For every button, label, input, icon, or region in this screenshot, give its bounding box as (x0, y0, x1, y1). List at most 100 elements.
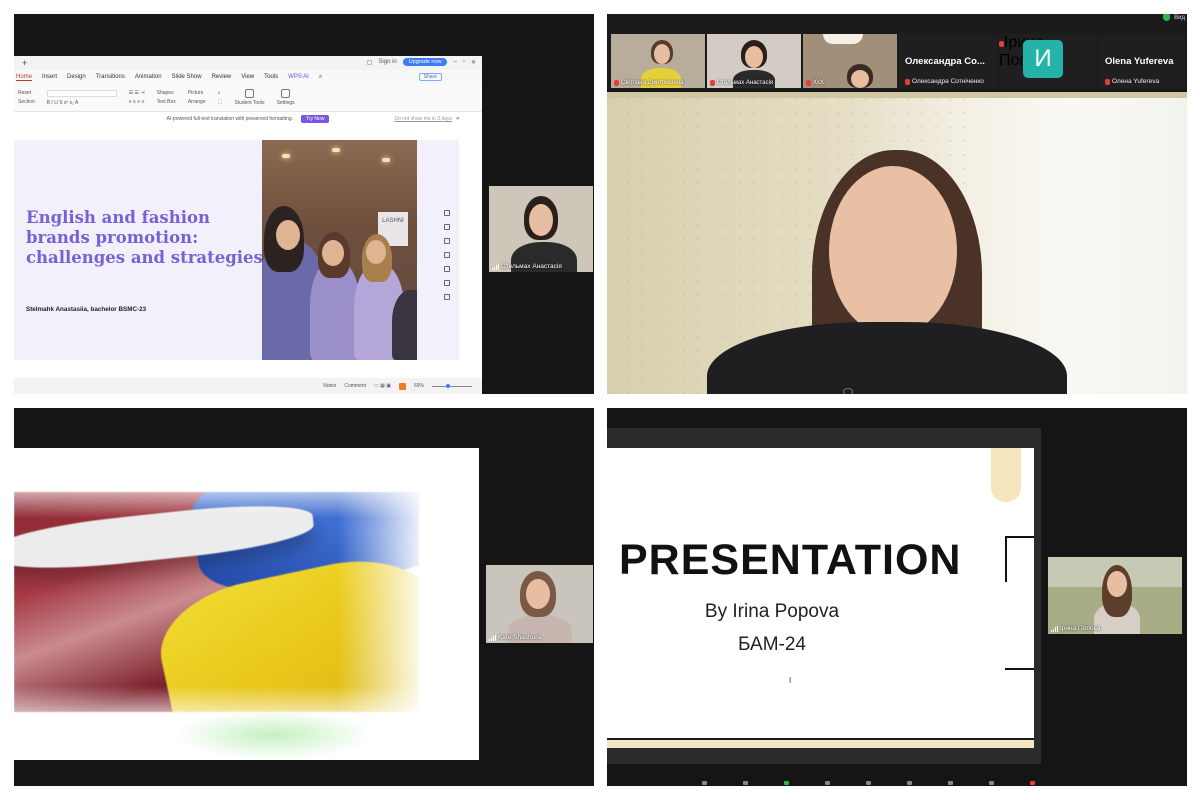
ribbon-toolbar: Reset Section B I U S x² x₂ A ☰ ☰ ⇥ ≡ ≡ … (14, 84, 482, 112)
video-call-panel-4: PRESENTATION By Irina Popova БАМ-24 I Ір… (607, 408, 1187, 786)
shapes-button[interactable]: Shapes (157, 90, 176, 96)
meeting-toolbar (702, 780, 1182, 786)
toolbar-icon[interactable] (702, 781, 707, 785)
upgrade-button[interactable]: Upgrade now (402, 58, 448, 66)
wps-ai-button[interactable]: WPS AI (288, 74, 309, 80)
share-button[interactable]: Share (418, 73, 442, 81)
toolbar-icon[interactable] (1030, 781, 1035, 785)
notes-button[interactable]: Notes (323, 383, 336, 389)
align-icons[interactable]: ≡ ≡ ≡ ≡ (129, 99, 145, 105)
banner-close-icon[interactable]: ✕ (456, 116, 460, 122)
student-tools-icon (244, 89, 254, 98)
flag-slide (14, 448, 479, 760)
security-shield-icon[interactable] (1163, 14, 1171, 21)
toolbar-icon[interactable] (907, 781, 912, 785)
slide-author: By Irina Popova (704, 601, 840, 622)
participant-tile[interactable]: Kate Shashura (486, 565, 593, 643)
toolbar-icon[interactable] (948, 781, 953, 785)
signal-icon (492, 263, 499, 270)
active-speaker-video[interactable] (607, 92, 1187, 394)
select-icon[interactable]: ⬚ (218, 99, 223, 105)
try-now-button[interactable]: Try Now (301, 115, 330, 123)
side-tool-icon[interactable] (444, 294, 450, 300)
gallery-thumb[interactable]: Стельмах Анастасія (707, 34, 801, 88)
screenshot-collage: + ▢ Sign in Upgrade now – ▫ ✕ Home Inser… (0, 0, 1200, 800)
participant-tile[interactable]: Стельмах Анастасія (489, 186, 593, 272)
font-format-icons[interactable]: B I U S x² x₂ A (47, 100, 117, 106)
tab-animation[interactable]: Animation (135, 74, 162, 80)
new-tab-icon[interactable]: + (22, 58, 27, 68)
slideshow-icon[interactable] (398, 382, 406, 390)
toolbar-icon[interactable] (866, 781, 871, 785)
side-tool-icon[interactable] (444, 238, 450, 244)
flags-image (14, 492, 419, 712)
participant-name: Стельмах Анастасія (501, 263, 562, 270)
participant-name: Ірина Попова (1060, 625, 1101, 632)
toolbar-icon[interactable] (743, 781, 748, 785)
dont-show-link[interactable]: Do not show me in 3 days (394, 116, 452, 122)
font-name-field[interactable] (46, 89, 117, 97)
close-icon[interactable]: ✕ (471, 59, 476, 66)
gallery-thumb[interactable]: XxX (803, 34, 897, 88)
text-cursor: I (789, 676, 792, 685)
tab-review[interactable]: Review (212, 74, 232, 80)
mic-off-icon (1105, 78, 1110, 85)
mic-off-icon (905, 78, 910, 85)
participant-name: Kate Shashura (498, 634, 542, 641)
arrange-button[interactable]: Arrange (188, 99, 206, 105)
reset-button[interactable]: Reset (18, 90, 35, 96)
gallery-thumb[interactable]: Світлана Дмитришина (611, 34, 705, 88)
window-icon[interactable]: ▢ (367, 59, 373, 66)
decorative-bracket (1005, 536, 1034, 582)
tab-home[interactable]: Home (16, 74, 33, 81)
name-only-tile[interactable]: Olena Yufereva Олена Yufereva (1099, 34, 1185, 88)
participant-name: Світлана Дмитришина (621, 80, 684, 86)
tab-transitions[interactable]: Transitions (96, 74, 125, 80)
find-icon[interactable]: ⌕ (218, 90, 223, 96)
side-tool-icon[interactable] (444, 266, 450, 272)
picture-button[interactable]: Picture (188, 90, 206, 96)
translation-banner: AI-powered full-text translation with pr… (14, 112, 482, 126)
participant-short-name: Olena Yufereva (1105, 56, 1174, 67)
side-tool-icon[interactable] (444, 280, 450, 286)
wps-titlebar: + ▢ Sign in Upgrade now – ▫ ✕ (14, 56, 482, 70)
list-icons[interactable]: ☰ ☰ ⇥ (129, 90, 145, 96)
tab-insert[interactable]: Insert (42, 74, 57, 80)
textbox-button[interactable]: Text Box (157, 99, 176, 105)
settings-button[interactable]: Settings (277, 100, 295, 106)
toolbar-icon[interactable] (784, 781, 789, 785)
view-button[interactable]: Вид (1174, 15, 1185, 21)
mic-off-icon (806, 80, 811, 86)
zoom-slider[interactable] (432, 383, 472, 388)
title-slide: English and fashion brands promotion: ch… (14, 140, 459, 360)
tab-tools[interactable]: Tools (264, 74, 278, 80)
signin-link[interactable]: Sign in (378, 59, 396, 65)
side-tool-icon[interactable] (444, 252, 450, 258)
search-icon[interactable]: ⌕ (319, 74, 322, 81)
participant-tile[interactable]: Ірина Попова (1048, 557, 1182, 634)
toolbar-icon[interactable] (989, 781, 994, 785)
ribbon-tabs: Home Insert Design Transitions Animation… (14, 70, 482, 84)
tab-view[interactable]: View (241, 74, 254, 80)
student-tools-button[interactable]: Student Tools (234, 100, 264, 106)
participant-name: Олександра Сотніченко (912, 78, 984, 85)
name-only-tile[interactable]: Олександра Со... Олександра Сотніченко (899, 34, 997, 88)
wps-statusbar: Notes Comment ▭ ▦ ▣ 69% (14, 378, 482, 394)
section-button[interactable]: Section (18, 99, 35, 105)
side-toolbar (441, 210, 453, 300)
slide-title: PRESENTATION (619, 536, 962, 584)
tab-slide-show[interactable]: Slide Show (172, 74, 202, 80)
slide-photo: LASHNI (262, 140, 417, 360)
comment-button[interactable]: Comment (344, 383, 366, 389)
participant-label: Стельмах Анастасія (492, 263, 562, 270)
avatar-tile[interactable]: И Ірина Попова (999, 34, 1097, 88)
tab-design[interactable]: Design (67, 74, 86, 80)
side-tool-icon[interactable] (444, 210, 450, 216)
view-mode-icons[interactable]: ▭ ▦ ▣ (374, 383, 391, 389)
maximize-icon[interactable]: ▫ (463, 59, 465, 65)
minimize-icon[interactable]: – (453, 59, 456, 65)
toolbar-icon[interactable] (825, 781, 830, 785)
decorative-bracket (1005, 646, 1034, 670)
gallery-strip: Вид Світлана Дмитришина Стельмах Анастас… (607, 14, 1187, 90)
side-tool-icon[interactable] (444, 224, 450, 230)
